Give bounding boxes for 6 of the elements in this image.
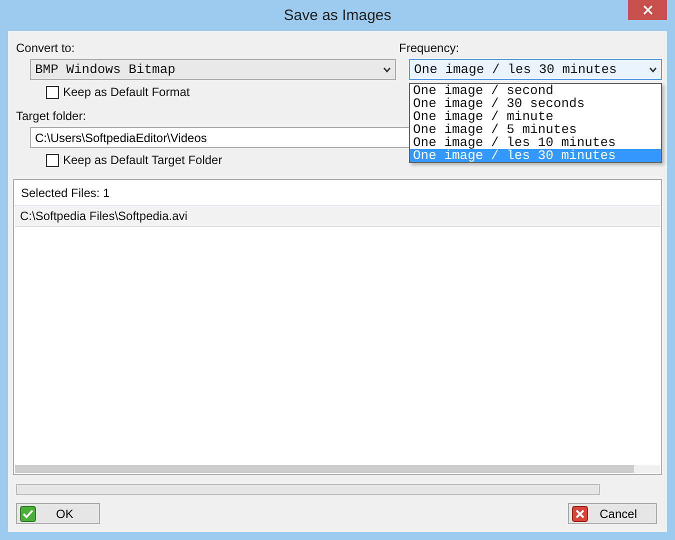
checkbox-label: Keep as Default Format xyxy=(63,85,190,99)
checkbox-label: Keep as Default Target Folder xyxy=(63,153,222,167)
field-label: Target folder: xyxy=(16,109,88,123)
window-title: Save as Images xyxy=(284,7,392,24)
field-label: Frequency: xyxy=(399,41,460,55)
field-label: Convert to: xyxy=(16,41,76,55)
